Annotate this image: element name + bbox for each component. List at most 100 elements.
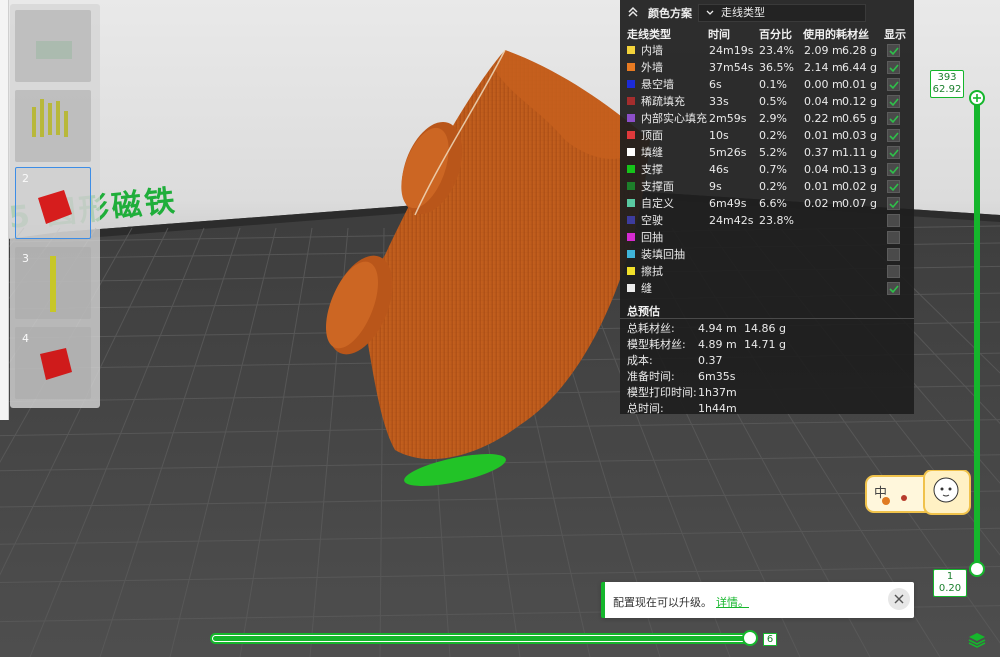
plate-thumbnail-2[interactable] — [15, 90, 91, 162]
summary-value-secondary: 14.86 g — [744, 322, 786, 335]
layers-icon[interactable] — [967, 630, 987, 650]
show-checkbox[interactable] — [887, 282, 900, 295]
line-type-percent: 5.2% — [759, 146, 787, 159]
show-checkbox[interactable] — [887, 61, 900, 74]
layer-slider-bottom-handle[interactable] — [969, 561, 985, 577]
layer-slider-track[interactable] — [974, 95, 980, 565]
legend-row: 支撑面 9s 0.2% 0.01 m 0.02 g — [620, 178, 914, 195]
line-type-name: 擦拭 — [641, 265, 663, 278]
summary-value: 0.37 — [698, 354, 723, 367]
color-swatch — [627, 131, 635, 139]
plate-number: 3 — [22, 252, 29, 265]
legend-column-header: 走线类型 时间 百分比 使用的耗材丝 显示 — [620, 26, 914, 42]
line-type-percent: 0.2% — [759, 129, 787, 142]
layer-slider-top-handle[interactable] — [969, 90, 985, 106]
line-type-name: 装填回抽 — [641, 248, 685, 261]
color-swatch — [627, 284, 635, 292]
upgrade-notification: 配置现在可以升级。 详情。 — [601, 582, 914, 618]
checkmark-icon — [889, 115, 899, 124]
legend-row: 悬空墙 6s 0.1% 0.00 m 0.01 g — [620, 76, 914, 93]
plate-thumbnail-1[interactable] — [15, 10, 91, 82]
assistant-text: 中 — [874, 486, 888, 501]
color-swatch — [627, 199, 635, 207]
show-checkbox[interactable] — [887, 95, 900, 108]
summary-row: 准备时间: 6m35s — [620, 369, 914, 385]
checkmark-icon — [889, 132, 899, 141]
filament-weight: 6.28 g — [842, 44, 877, 57]
legend-row: 装填回抽 — [620, 246, 914, 263]
line-type-name: 内部实心填充 — [641, 112, 707, 125]
filament-weight: 0.02 g — [842, 180, 877, 193]
show-checkbox[interactable] — [887, 197, 900, 210]
plate-number: 2 — [22, 172, 29, 185]
filament-length: 0.00 m — [804, 78, 843, 91]
color-swatch — [627, 80, 635, 88]
color-scheme-panel: 颜色方案 走线类型 走线类型 时间 百分比 使用的耗材丝 显示 内墙 24m19s… — [620, 0, 914, 417]
show-checkbox[interactable] — [887, 146, 900, 159]
line-type-percent: 23.4% — [759, 44, 794, 57]
summary-label: 模型打印时间: — [627, 386, 697, 399]
scheme-select[interactable]: 走线类型 — [698, 4, 866, 22]
legend-row: 缝 — [620, 280, 914, 297]
summary-title: 总预估 — [627, 305, 660, 318]
legend-row: 空驶 24m42s 23.8% — [620, 212, 914, 229]
plate-list: 2 3 4 — [10, 4, 100, 408]
line-type-percent: 36.5% — [759, 61, 794, 74]
column-show: 显示 — [884, 28, 906, 41]
scheme-value: 走线类型 — [721, 6, 765, 19]
notification-details-link[interactable]: 详情。 — [716, 594, 749, 610]
line-type-name: 自定义 — [641, 197, 674, 210]
show-checkbox[interactable] — [887, 78, 900, 91]
line-type-time: 2m59s — [709, 112, 747, 125]
show-checkbox[interactable] — [887, 44, 900, 57]
filament-weight: 0.12 g — [842, 95, 877, 108]
line-type-name: 顶面 — [641, 129, 663, 142]
collapse-chevron-icon[interactable] — [626, 5, 640, 19]
show-checkbox[interactable] — [887, 112, 900, 125]
show-checkbox[interactable] — [887, 231, 900, 244]
show-checkbox[interactable] — [887, 180, 900, 193]
color-swatch — [627, 216, 635, 224]
show-checkbox[interactable] — [887, 248, 900, 261]
line-type-name: 内墙 — [641, 44, 663, 57]
summary-row: 模型耗材丝: 4.89 m 14.71 g — [620, 337, 914, 353]
summary-row: 模型打印时间: 1h37m — [620, 385, 914, 401]
filament-weight: 1.11 g — [842, 146, 877, 159]
line-type-name: 悬空墙 — [641, 78, 674, 91]
plus-icon — [973, 94, 981, 102]
line-type-name: 填缝 — [641, 146, 663, 159]
plate-thumbnail-5[interactable]: 4 — [15, 327, 91, 399]
summary-row: 成本: 0.37 — [620, 353, 914, 369]
checkmark-icon — [889, 200, 899, 209]
summary-label: 成本: — [627, 354, 653, 367]
show-checkbox[interactable] — [887, 163, 900, 176]
assistant-sticker[interactable]: 中 — [864, 469, 974, 515]
plate-thumbnail-3[interactable]: 2 — [15, 167, 91, 239]
line-type-name: 支撑面 — [641, 180, 674, 193]
filament-length: 0.04 m — [804, 95, 843, 108]
legend-row: 外墙 37m54s 36.5% 2.14 m 6.44 g — [620, 59, 914, 76]
show-checkbox[interactable] — [887, 265, 900, 278]
line-type-time: 9s — [709, 180, 722, 193]
notification-text: 配置现在可以升级。 — [613, 596, 712, 609]
chevron-down-icon — [706, 10, 714, 15]
legend-row: 自定义 6m49s 6.6% 0.02 m 0.07 g — [620, 195, 914, 212]
show-checkbox[interactable] — [887, 129, 900, 142]
color-swatch — [627, 148, 635, 156]
checkmark-icon — [889, 64, 899, 73]
plate-thumbnail-4[interactable]: 3 — [15, 247, 91, 319]
line-type-time: 5m26s — [709, 146, 747, 159]
summary-value: 1h44m — [698, 402, 737, 415]
move-slider-handle[interactable] — [742, 630, 758, 646]
show-checkbox[interactable] — [887, 214, 900, 227]
summary-row: 总时间: 1h44m — [620, 401, 914, 417]
line-type-name: 稀疏填充 — [641, 95, 685, 108]
move-slider-fill — [213, 636, 751, 641]
bottom-layer-number: 1 — [946, 571, 954, 582]
3d-viewport[interactable]: 5 圆形磁铁 — [0, 0, 1000, 657]
filament-length: 0.04 m — [804, 163, 843, 176]
color-swatch — [627, 267, 635, 275]
color-swatch — [627, 46, 635, 54]
filament-weight: 6.44 g — [842, 61, 877, 74]
close-notification-button[interactable] — [888, 588, 910, 610]
